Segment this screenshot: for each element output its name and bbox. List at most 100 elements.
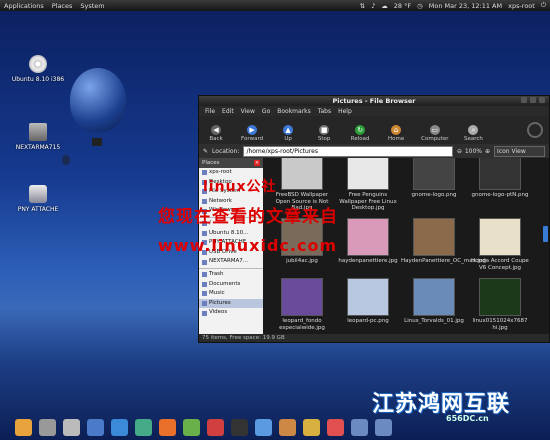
file-thumbnail — [347, 218, 389, 256]
pen-icon[interactable] — [327, 419, 344, 436]
menu-places[interactable]: Places — [52, 2, 73, 10]
sidebar-item-label: Trash — [209, 270, 224, 277]
terminal-icon[interactable] — [231, 419, 248, 436]
desktop-icon-ubuntu-cd[interactable]: Ubuntu 8.10 i386 — [3, 55, 73, 83]
sidebar-item[interactable]: Pictures — [199, 298, 263, 309]
download-icon[interactable] — [207, 419, 224, 436]
toolbar-forward-button[interactable]: ▶ Forward — [241, 125, 263, 142]
file-item[interactable]: HaydenPanettiere_OC_max.jpg — [401, 218, 486, 265]
zoom-level: 100% — [464, 147, 483, 155]
toolbar-label: Up — [284, 136, 292, 142]
file-name: linux0151024x7687 hi.jpg — [472, 318, 528, 331]
sidebar-header[interactable]: Places × — [199, 158, 263, 168]
toolbar-reload-button[interactable]: ↻ Reload — [349, 125, 371, 142]
menu-system[interactable]: System — [80, 2, 104, 10]
file-name: gnome-logo-ptN.png — [471, 192, 529, 198]
file-item[interactable]: linux0151024x7687 hi.jpg — [467, 278, 533, 331]
menu-edit[interactable]: Edit — [222, 108, 234, 115]
user-name[interactable]: xps-root — [508, 2, 535, 10]
view-mode-select[interactable]: Icon View — [494, 145, 545, 157]
menu-go[interactable]: Go — [262, 108, 270, 115]
desktop-icon-label: Ubuntu 8.10 i386 — [11, 76, 65, 83]
file-item[interactable]: leopard_fondo especialwide.jpg — [269, 278, 335, 331]
menu-tabs[interactable]: Tabs — [318, 108, 331, 115]
trash-icon[interactable] — [39, 419, 56, 436]
folder-icon — [202, 291, 207, 297]
sidebar-separator — [199, 267, 263, 269]
menu-applications[interactable]: Applications — [4, 2, 44, 10]
menu-view[interactable]: View — [241, 108, 255, 115]
toolbar-stop-button[interactable]: ■ Stop — [313, 125, 335, 142]
desktop-icon-pny-attache[interactable]: PNY ATTACHE — [3, 185, 73, 213]
mail-icon[interactable] — [87, 419, 104, 436]
volume-icon[interactable]: ♪ — [371, 2, 375, 10]
zoom-out-icon[interactable]: ⊖ — [457, 148, 462, 155]
file-item[interactable]: gnome-logo.png — [401, 158, 467, 199]
folder-icon — [202, 272, 207, 278]
brand-domain: 656DC.cn — [446, 414, 489, 423]
file-item[interactable]: leopard-pc.png — [335, 278, 401, 325]
window-controls — [521, 97, 545, 103]
toolbar-search-button[interactable]: ⌕ Search — [462, 125, 484, 142]
location-toggle-icon[interactable]: ✎ — [203, 148, 208, 155]
sidebar-item-label: Music — [209, 290, 225, 297]
monitor-icon[interactable] — [255, 419, 272, 436]
sidebar-item[interactable]: Music — [199, 289, 263, 299]
toolbar-home-button[interactable]: ⌂ Home — [385, 125, 407, 142]
zoom-in-icon[interactable]: ⊕ — [485, 148, 490, 155]
sidebar-item[interactable]: Videos — [199, 308, 263, 318]
power-icon[interactable]: ⏻ — [541, 1, 546, 10]
box-icon[interactable] — [303, 419, 320, 436]
sidebar-item[interactable]: NEXTARMA7... — [199, 257, 263, 267]
folder-icon[interactable] — [15, 419, 32, 436]
network-icon[interactable]: ⇅ — [360, 2, 365, 10]
toolbar-back-button[interactable]: ◀ Back — [205, 125, 227, 142]
desktop-icon-nextarma[interactable]: NEXTARMA715 — [3, 123, 73, 151]
toolbar-up-button[interactable]: ▲ Up — [277, 125, 299, 142]
sidebar-item[interactable]: Documents — [199, 280, 263, 290]
minimize-icon[interactable] — [521, 97, 527, 103]
window-icon[interactable] — [351, 419, 368, 436]
status-bar: 75 items, Free space: 19.9 GB — [199, 334, 549, 342]
firefox-icon[interactable] — [159, 419, 176, 436]
toolbar-label: Computer — [421, 136, 449, 142]
menu-bookmarks[interactable]: Bookmarks — [277, 108, 311, 115]
location-input[interactable]: /home/xps-root/Pictures — [243, 145, 453, 157]
close-sidebar-icon[interactable]: × — [254, 160, 260, 166]
file-item[interactable]: Free Penguins Wallpaper Free Linux Deskt… — [335, 158, 401, 212]
file-thumbnail — [479, 278, 521, 316]
dock — [15, 410, 392, 436]
scrollbar-thumb[interactable] — [543, 226, 548, 242]
window-icon[interactable] — [375, 419, 392, 436]
file-item[interactable]: Honda Accord Coupe V6 Concept.jpg — [467, 218, 533, 271]
toolbar-computer-button[interactable]: ▭ Computer — [421, 125, 448, 142]
file-item[interactable]: gnome-logo-ptN.png — [467, 158, 533, 199]
file-thumbnail — [413, 278, 455, 316]
toolbar-label: Home — [388, 136, 405, 142]
sidebar-header-label: Places — [202, 160, 220, 166]
dropbox-icon[interactable] — [111, 419, 128, 436]
file-name: Free Penguins Wallpaper Free Linux Deskt… — [339, 192, 397, 211]
bug-icon[interactable] — [183, 419, 200, 436]
printer-icon[interactable] — [63, 419, 80, 436]
temperature[interactable]: 28 °F — [394, 2, 411, 10]
file-item[interactable]: Linus_Torvalds_01.jpg — [401, 278, 467, 325]
network-icon[interactable] — [135, 419, 152, 436]
window-titlebar[interactable]: Pictures - File Browser — [199, 96, 549, 106]
search-icon: ⌕ — [468, 125, 479, 135]
menu-help[interactable]: Help — [338, 108, 352, 115]
close-icon[interactable] — [539, 97, 545, 103]
maximize-icon[interactable] — [530, 97, 536, 103]
toolbar-label: Forward — [241, 136, 264, 142]
folder-icon — [202, 281, 207, 287]
file-item[interactable]: haydenpanettiere.jpg — [335, 218, 401, 265]
sidebar-item[interactable]: Trash — [199, 270, 263, 280]
menu-file[interactable]: File — [205, 108, 215, 115]
brand-watermark: 江苏鸿网互联 — [372, 392, 511, 417]
weather-icon[interactable]: ☁ — [381, 2, 388, 10]
computer-icon: ▭ — [429, 125, 440, 135]
clock[interactable]: Mon Mar 23, 12:11 AM — [429, 2, 502, 10]
chart-icon[interactable] — [279, 419, 296, 436]
file-thumbnail — [281, 158, 323, 190]
watermark-url: www.linuxidc.com — [158, 236, 338, 255]
